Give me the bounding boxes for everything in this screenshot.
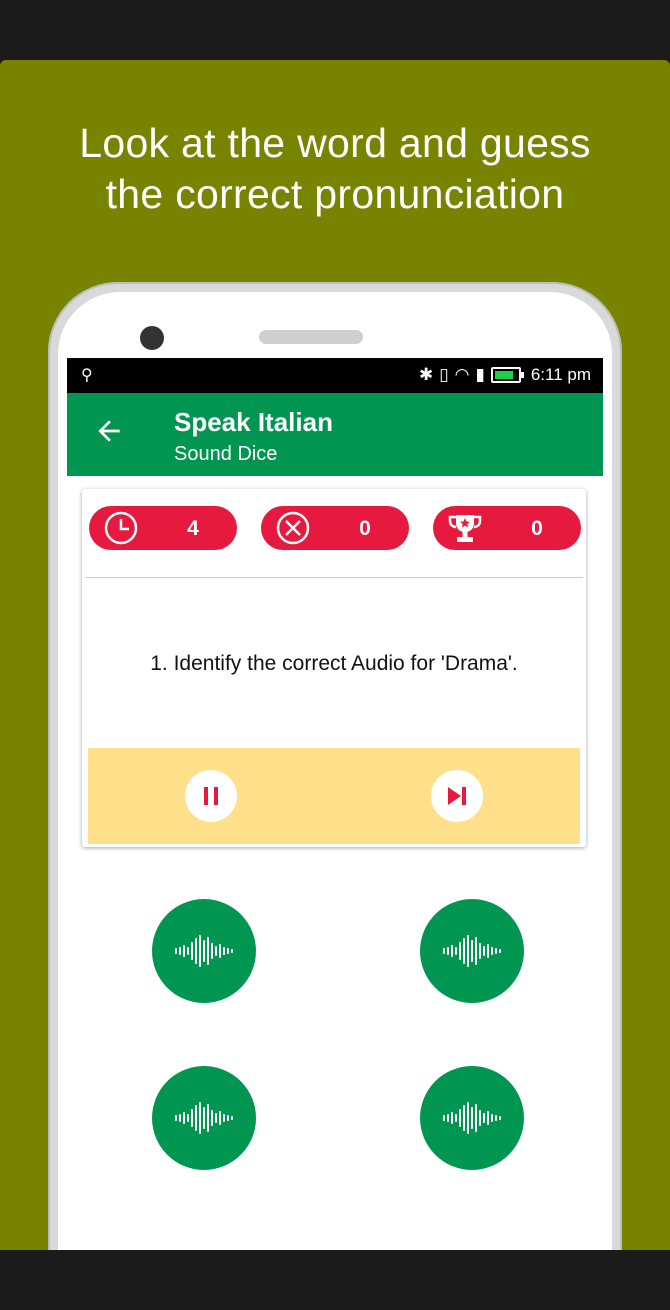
question-card: 4 0 0 1. Identify the correct Audio for … xyxy=(82,489,586,847)
answer-audio-button-4[interactable] xyxy=(420,1066,524,1170)
promo-caption: Look at the word and guess the correct p… xyxy=(0,118,670,220)
timer-value: 4 xyxy=(187,517,199,540)
status-icons: ✱ ▯ ◠ ▮ 6:11 pm xyxy=(419,365,591,385)
wrong-count-pill: 0 xyxy=(261,506,409,550)
audio-wave-icon xyxy=(175,935,233,967)
front-camera xyxy=(140,326,164,350)
app-screen: ⚲ ✱ ▯ ◠ ▮ 6:11 pm Speak Italian Sound Di… xyxy=(67,358,603,1250)
audio-wave-icon xyxy=(443,1102,501,1134)
wrong-circle-icon xyxy=(276,511,310,545)
app-subtitle: Sound Dice xyxy=(174,443,278,465)
wrong-count-value: 0 xyxy=(359,517,371,540)
app-title: Speak Italian xyxy=(174,407,333,437)
phone-bezel: ⚲ ✱ ▯ ◠ ▮ 6:11 pm Speak Italian Sound Di… xyxy=(58,292,612,1250)
wifi-icon: ◠ xyxy=(454,365,470,384)
answer-audio-button-2[interactable] xyxy=(420,899,524,1003)
promo-background: Look at the word and guess the correct p… xyxy=(0,60,670,1250)
bluetooth-icon: ✱ xyxy=(419,365,434,384)
status-time: 6:11 pm xyxy=(530,365,591,384)
audio-wave-icon xyxy=(443,935,501,967)
earpiece-speaker xyxy=(259,330,363,344)
clock-icon xyxy=(104,511,138,545)
audio-controls xyxy=(88,748,580,844)
score-pill: 0 xyxy=(433,506,581,550)
bottom-band xyxy=(0,1250,670,1310)
pause-icon xyxy=(204,787,218,805)
vibrate-icon: ▯ xyxy=(439,365,449,384)
answer-audio-button-1[interactable] xyxy=(152,899,256,1003)
app-bar: Speak Italian Sound Dice xyxy=(67,393,603,476)
question-text: 1. Identify the correct Audio for 'Drama… xyxy=(150,652,518,675)
back-arrow-icon[interactable] xyxy=(93,415,125,447)
sim-alert-icon: ▮ xyxy=(475,365,485,384)
promo-caption-line-1: Look at the word and guess xyxy=(79,120,591,166)
card-divider xyxy=(85,577,583,578)
status-bar: ⚲ ✱ ▯ ◠ ▮ 6:11 pm xyxy=(67,358,603,393)
trophy-icon xyxy=(448,515,482,542)
timer-pill: 4 xyxy=(89,506,237,550)
phone-frame: ⚲ ✱ ▯ ◠ ▮ 6:11 pm Speak Italian Sound Di… xyxy=(48,282,622,1250)
skip-next-button[interactable] xyxy=(431,770,483,822)
skip-next-icon xyxy=(448,787,466,805)
stats-row: 4 0 0 xyxy=(89,506,581,550)
battery-icon xyxy=(490,367,524,383)
score-value: 0 xyxy=(531,517,543,540)
audio-wave-icon xyxy=(175,1102,233,1134)
top-band xyxy=(0,0,670,60)
usb-icon: ⚲ xyxy=(81,367,93,384)
promo-caption-line-2: the correct pronunciation xyxy=(105,171,565,217)
answer-audio-button-3[interactable] xyxy=(152,1066,256,1170)
pause-button[interactable] xyxy=(185,770,237,822)
